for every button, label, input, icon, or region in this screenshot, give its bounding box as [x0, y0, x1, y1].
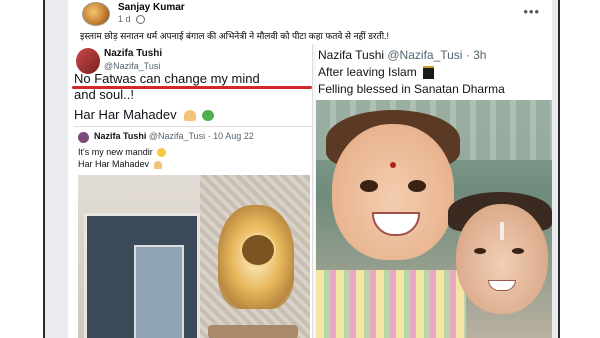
child-eye [360, 180, 378, 192]
quoted-text-line: It's my new mandir [78, 147, 167, 158]
tweet-handle-time: @Nazifa_Tusi · 3h [387, 48, 487, 62]
child-eye [408, 180, 426, 192]
quoted-text-line: Har Har Mahadev [78, 159, 162, 169]
quoted-text-mandir: It's my new mandir [78, 147, 153, 157]
post-timestamp[interactable]: 1 d [118, 14, 146, 25]
tweet-author-handle: @Nazifa_Tusi [104, 61, 161, 71]
quoted-text-harhar: Har Har Mahadev [78, 159, 150, 169]
tweet-author-name: Nazifa Tushi [318, 48, 385, 62]
more-horizontal-icon[interactable]: ••• [523, 4, 540, 19]
quoted-avatar [78, 132, 89, 143]
tweet-text-line: and soul..! [74, 87, 134, 102]
globe-icon [136, 15, 146, 25]
tweet-text-line: After leaving Islam [318, 65, 435, 80]
right-border [558, 0, 600, 338]
woman-eye [512, 248, 524, 254]
child-shirt [316, 270, 466, 338]
woman-face [456, 204, 548, 314]
tweet-text-harhar: Har Har Mahadev [74, 107, 177, 122]
kaaba-icon [423, 66, 435, 80]
quoted-tweet: Nazifa Tushi @Nazifa_Tusi · 10 Aug 22 It… [74, 126, 312, 338]
quoted-author-name: Nazifa Tushi [94, 131, 147, 141]
child-face [332, 124, 454, 260]
folded-hands-icon [153, 160, 162, 169]
tweet-screenshot-right: Nazifa Tushi @Nazifa_Tusi · 3h After lea… [316, 44, 552, 338]
tweet-text-line: No Fatwas can change my mind [74, 71, 260, 86]
altar-offerings [208, 325, 298, 338]
folded-hands-icon [184, 110, 197, 122]
selfie-photo [316, 100, 552, 338]
left-border [0, 0, 45, 338]
smile-hearts-icon [157, 148, 167, 158]
tweet-screenshot-left: Nazifa Tushi @Nazifa_Tusi No Fatwas can … [72, 44, 313, 338]
tweet-header: Nazifa Tushi @Nazifa_Tusi · 3h [318, 48, 486, 62]
red-underline [72, 86, 312, 89]
woman-tilak [500, 222, 504, 240]
facebook-post: Sanjay Kumar 1 d ••• इस्लाम छोड़ सनातन ध… [68, 0, 552, 338]
quoted-header: Nazifa Tushi @Nazifa_Tusi · 10 Aug 22 [94, 131, 254, 141]
tweet-text-leaving: After leaving Islam [318, 65, 417, 79]
post-time: 1 d [118, 14, 131, 24]
tweet-author-name: Nazifa Tushi [104, 48, 163, 59]
tweet-text-line: Har Har Mahadev [74, 107, 214, 122]
author-avatar[interactable] [82, 2, 110, 26]
woman-eye [474, 248, 486, 254]
author-name[interactable]: Sanjay Kumar [118, 2, 185, 13]
tweet-text-line: Felling blessed in Sanatan Dharma [318, 82, 505, 96]
post-caption: इस्लाम छोड़ सनातन धर्म अपनाई बंगाल की अभ… [80, 31, 390, 41]
child-bindi [390, 162, 396, 168]
shared-image[interactable]: Nazifa Tushi @Nazifa_Tusi No Fatwas can … [72, 44, 552, 338]
mandir-photo [78, 175, 310, 338]
plant-icon [201, 110, 214, 122]
altar-idol [240, 233, 276, 267]
window-pane [134, 245, 184, 338]
post-header: Sanjay Kumar 1 d ••• इस्लाम छोड़ सनातन ध… [68, 0, 552, 44]
quoted-handle-date: @Nazifa_Tusi · 10 Aug 22 [148, 131, 254, 141]
